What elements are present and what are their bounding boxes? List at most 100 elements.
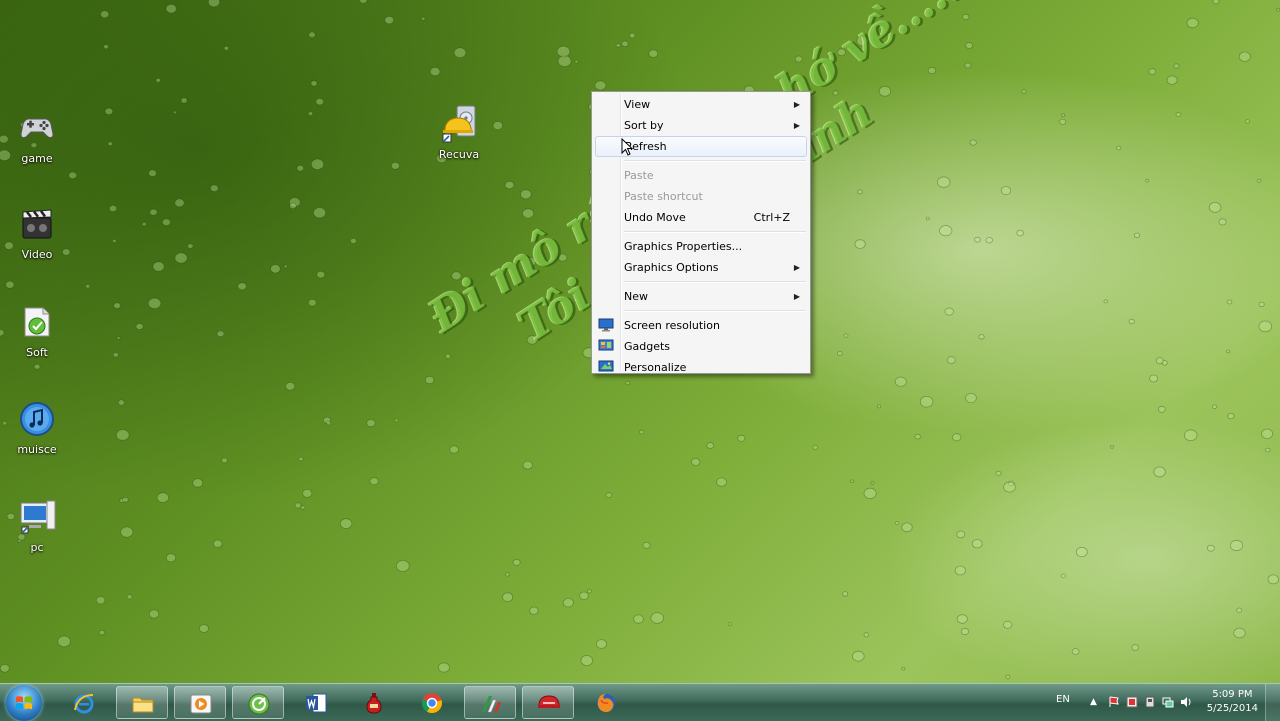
raindrop bbox=[962, 13, 970, 20]
raindrop bbox=[1183, 429, 1198, 442]
menu-item-new[interactable]: New ▶ bbox=[594, 286, 808, 307]
raindrop bbox=[223, 45, 230, 51]
menu-separator bbox=[624, 310, 806, 312]
tray-expand-icon[interactable]: ▲ bbox=[1090, 696, 1102, 708]
taskbar-bottle-app[interactable] bbox=[348, 686, 400, 719]
raindrop bbox=[1233, 627, 1246, 639]
raindrop bbox=[556, 45, 571, 58]
taskbar-word[interactable] bbox=[290, 686, 342, 719]
desktop[interactable]: Đi mô rồi cũng nhớ về..... Tôi.........H… bbox=[0, 0, 1280, 683]
language-indicator[interactable]: EN bbox=[1056, 694, 1070, 705]
raindrop bbox=[152, 261, 165, 272]
taskbar-firefox[interactable] bbox=[580, 686, 632, 719]
raindrop bbox=[937, 176, 951, 188]
menu-item-graphics-options[interactable]: Graphics Options ▶ bbox=[594, 257, 808, 278]
raindrop bbox=[876, 404, 882, 409]
taskbar-file-explorer[interactable] bbox=[116, 686, 168, 719]
tray-network-icon[interactable] bbox=[1162, 696, 1174, 708]
raindrop bbox=[1116, 145, 1122, 151]
raindrop bbox=[863, 632, 870, 638]
menu-item-paste[interactable]: Paste bbox=[594, 165, 808, 186]
raindrop bbox=[529, 606, 539, 615]
raindrop bbox=[854, 239, 866, 249]
raindrop bbox=[1000, 186, 1012, 196]
menu-item-shortcut: Ctrl+Z bbox=[753, 211, 790, 224]
raindrop bbox=[851, 650, 865, 662]
raindrop bbox=[557, 253, 568, 262]
menu-item-personalize[interactable]: Personalize bbox=[594, 357, 808, 378]
raindrop bbox=[1005, 674, 1011, 680]
taskbar-internet-explorer[interactable] bbox=[58, 686, 110, 719]
raindrop bbox=[113, 302, 121, 309]
menu-item-label: Gadgets bbox=[624, 340, 671, 353]
raindrop bbox=[155, 77, 162, 83]
taskbar-media-player[interactable] bbox=[174, 686, 226, 719]
desktop-icon-muisce[interactable]: muisce bbox=[7, 399, 67, 456]
menu-item-gadgets[interactable]: Gadgets bbox=[594, 336, 808, 357]
menu-item-label: Undo Move bbox=[624, 211, 686, 224]
volume-icon[interactable] bbox=[1180, 696, 1192, 708]
menu-item-label: Graphics Options bbox=[624, 261, 719, 274]
raindrop bbox=[952, 433, 962, 442]
personalize-icon bbox=[598, 360, 614, 372]
raindrop bbox=[587, 589, 592, 594]
taskbar-clock[interactable]: 5:09 PM 5/25/2014 bbox=[1207, 688, 1258, 716]
mouse-cursor-icon bbox=[621, 138, 633, 156]
raindrop bbox=[878, 86, 892, 97]
menu-item-screen-resolution[interactable]: Screen resolution bbox=[594, 315, 808, 336]
show-desktop-button[interactable] bbox=[1265, 684, 1280, 721]
raindrop bbox=[985, 236, 993, 244]
desktop-icon-recuva[interactable]: Recuva bbox=[429, 104, 489, 161]
start-button[interactable] bbox=[6, 685, 42, 721]
menu-item-paste-shortcut[interactable]: Paste shortcut bbox=[594, 186, 808, 207]
menu-item-label: Sort by bbox=[624, 119, 664, 132]
menu-item-undo-move[interactable]: Undo Move Ctrl+Z bbox=[594, 207, 808, 228]
raindrop bbox=[165, 553, 177, 563]
raindrop bbox=[1148, 68, 1157, 75]
desktop-icon-game[interactable]: game bbox=[7, 108, 67, 165]
raindrop bbox=[187, 243, 194, 249]
tray-app-icon[interactable] bbox=[1126, 696, 1138, 708]
raindrop bbox=[628, 32, 636, 39]
taskbar-app-green[interactable] bbox=[232, 686, 284, 719]
raindrop bbox=[1245, 119, 1251, 124]
raindrop bbox=[395, 560, 410, 572]
raindrop bbox=[33, 363, 41, 370]
raindrop bbox=[104, 107, 114, 116]
raindrop bbox=[504, 572, 510, 577]
raindrop bbox=[927, 66, 937, 75]
menu-item-graphics-properties[interactable]: Graphics Properties... bbox=[594, 236, 808, 257]
tray-device-icon[interactable] bbox=[1144, 696, 1156, 708]
raindrop bbox=[1276, 7, 1280, 12]
raindrop bbox=[207, 0, 221, 8]
raindrop bbox=[0, 329, 5, 337]
raindrop bbox=[285, 381, 296, 391]
raindrop bbox=[302, 488, 313, 498]
raindrop bbox=[315, 97, 325, 106]
clock-time: 5:09 PM bbox=[1212, 689, 1253, 700]
tray-flag-icon[interactable] bbox=[1108, 696, 1120, 708]
taskbar-chrome[interactable] bbox=[406, 686, 458, 719]
raindrop bbox=[5, 280, 15, 289]
menu-item-view[interactable]: View ▶ bbox=[594, 94, 808, 115]
raindrop bbox=[424, 375, 435, 385]
desktop-icon-pc[interactable]: pc bbox=[7, 497, 67, 554]
raindrop bbox=[421, 16, 426, 21]
raindrop bbox=[444, 353, 451, 359]
soft-folder-icon bbox=[17, 302, 57, 342]
menu-item-sort-by[interactable]: Sort by ▶ bbox=[594, 115, 808, 136]
taskbar-media-app[interactable] bbox=[522, 686, 574, 719]
desktop-icon-video[interactable]: Video bbox=[7, 204, 67, 261]
raindrop bbox=[944, 307, 954, 316]
word-icon bbox=[306, 693, 327, 713]
raindrop bbox=[122, 496, 129, 503]
desktop-icon-soft[interactable]: Soft bbox=[7, 302, 67, 359]
firefox-icon bbox=[597, 694, 615, 713]
raindrop bbox=[95, 596, 106, 605]
raindrop bbox=[1258, 301, 1265, 308]
menu-item-label: Paste shortcut bbox=[624, 190, 703, 203]
raindrop bbox=[359, 0, 368, 4]
raindrop bbox=[174, 198, 185, 208]
raindrop bbox=[57, 635, 71, 648]
taskbar-app-tricolor[interactable] bbox=[464, 686, 516, 719]
